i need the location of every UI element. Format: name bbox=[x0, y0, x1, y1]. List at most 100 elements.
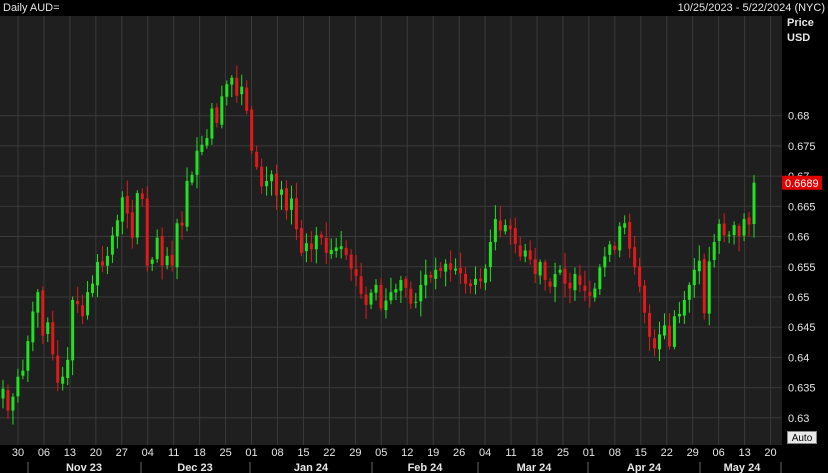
candle[interactable] bbox=[135, 190, 139, 245]
candle-body bbox=[737, 226, 741, 236]
date-tick-label: 06 bbox=[713, 447, 725, 459]
candle-body bbox=[702, 259, 706, 314]
candle-body bbox=[21, 370, 25, 376]
date-tick-label: 18 bbox=[531, 447, 543, 459]
month-label: Jan 24 bbox=[294, 462, 329, 473]
candle-body bbox=[563, 268, 567, 284]
candle-body bbox=[588, 292, 592, 296]
candle-body bbox=[623, 223, 627, 228]
candle-body bbox=[513, 228, 517, 244]
candle-body bbox=[444, 263, 448, 272]
candle-body bbox=[190, 174, 194, 183]
price-tick-label: 0.665 bbox=[788, 201, 816, 213]
candle-body bbox=[528, 250, 532, 260]
price-axis-area[interactable] bbox=[782, 16, 828, 445]
candlestick-chart[interactable]: 0.63 0.635 0.64 0.645 0.65 0.655 0.66 0.665 0.67… bbox=[0, 0, 828, 473]
candle-body bbox=[280, 189, 284, 195]
candle[interactable] bbox=[41, 286, 45, 344]
auto-scale-button[interactable]: Auto bbox=[787, 431, 817, 444]
candle-body bbox=[404, 278, 408, 288]
candle-body bbox=[309, 243, 313, 250]
candle-body bbox=[110, 235, 114, 255]
candle-body bbox=[180, 222, 184, 226]
candle-body bbox=[384, 300, 388, 311]
candle-body bbox=[697, 260, 701, 272]
candle-body bbox=[289, 198, 293, 210]
candle-body bbox=[628, 222, 632, 249]
date-tick-label: 08 bbox=[271, 447, 283, 459]
candle-body bbox=[71, 299, 75, 361]
date-tick-label: 01 bbox=[245, 447, 257, 459]
candle-body bbox=[747, 217, 751, 225]
candle-body bbox=[394, 289, 398, 293]
candle-body bbox=[648, 312, 652, 337]
candle-body bbox=[100, 261, 104, 266]
candle-body bbox=[31, 311, 35, 343]
date-tick-label: 25 bbox=[219, 447, 231, 459]
candle-body bbox=[488, 241, 492, 268]
month-label: Apr 24 bbox=[627, 462, 662, 473]
candle-body bbox=[682, 299, 686, 316]
candle-body bbox=[275, 173, 279, 196]
candle-body bbox=[454, 268, 458, 271]
candle-body bbox=[389, 292, 393, 301]
candle-body bbox=[185, 180, 189, 227]
date-tick-label: 19 bbox=[427, 447, 439, 459]
candle-body bbox=[603, 256, 607, 268]
candle-body bbox=[56, 355, 60, 383]
month-label: May 24 bbox=[724, 462, 762, 473]
candle-body bbox=[653, 338, 657, 349]
candle-body bbox=[6, 390, 10, 411]
candle[interactable] bbox=[702, 253, 706, 320]
currency-axis-title: USD bbox=[787, 32, 811, 44]
candle[interactable] bbox=[145, 186, 149, 272]
date-tick-label: 08 bbox=[609, 447, 621, 459]
candle-body bbox=[712, 241, 716, 260]
candle-body bbox=[658, 334, 662, 350]
candle-body bbox=[369, 292, 373, 305]
candle-body bbox=[459, 267, 463, 274]
candle[interactable] bbox=[250, 105, 254, 155]
candle-body bbox=[672, 316, 676, 347]
candle-body bbox=[215, 107, 219, 123]
date-tick-label: 29 bbox=[687, 447, 699, 459]
price-tick-label: 0.68 bbox=[788, 111, 809, 123]
candle-body bbox=[424, 274, 428, 286]
month-label: Dec 23 bbox=[177, 462, 212, 473]
candle-body bbox=[200, 144, 204, 153]
date-tick-label: 05 bbox=[375, 447, 387, 459]
candle-body bbox=[687, 284, 691, 300]
candle-body bbox=[105, 255, 109, 266]
date-tick-label: 18 bbox=[194, 447, 206, 459]
date-tick-label: 25 bbox=[557, 447, 569, 459]
candle-body bbox=[553, 274, 557, 287]
candle-body bbox=[135, 193, 139, 238]
candle-body bbox=[498, 220, 502, 231]
candle-body bbox=[518, 245, 522, 257]
candle-body bbox=[419, 284, 423, 302]
candle-body bbox=[225, 84, 229, 97]
candle-body bbox=[742, 219, 746, 236]
date-tick-label: 11 bbox=[505, 447, 516, 459]
candle-body bbox=[250, 109, 254, 151]
candle-body bbox=[732, 225, 736, 236]
price-tick-label: 0.635 bbox=[788, 383, 816, 395]
candle-body bbox=[235, 77, 239, 96]
candle-body bbox=[752, 182, 756, 224]
candle-body bbox=[36, 292, 40, 313]
date-tick-label: 27 bbox=[116, 447, 128, 459]
candle-body bbox=[86, 292, 90, 316]
date-tick-label: 13 bbox=[738, 447, 750, 459]
candle-body bbox=[16, 376, 20, 397]
candle-body bbox=[160, 235, 164, 266]
candle-body bbox=[11, 396, 15, 411]
candle-body bbox=[339, 246, 343, 250]
candle-body bbox=[503, 225, 507, 232]
candle-body bbox=[294, 198, 298, 230]
price-tick-label: 0.675 bbox=[788, 141, 816, 153]
candle-body bbox=[354, 269, 358, 276]
candle-body bbox=[115, 220, 119, 237]
date-tick-label: 20 bbox=[764, 447, 776, 459]
candle-body bbox=[473, 278, 477, 285]
date-tick-label: 12 bbox=[401, 447, 413, 459]
